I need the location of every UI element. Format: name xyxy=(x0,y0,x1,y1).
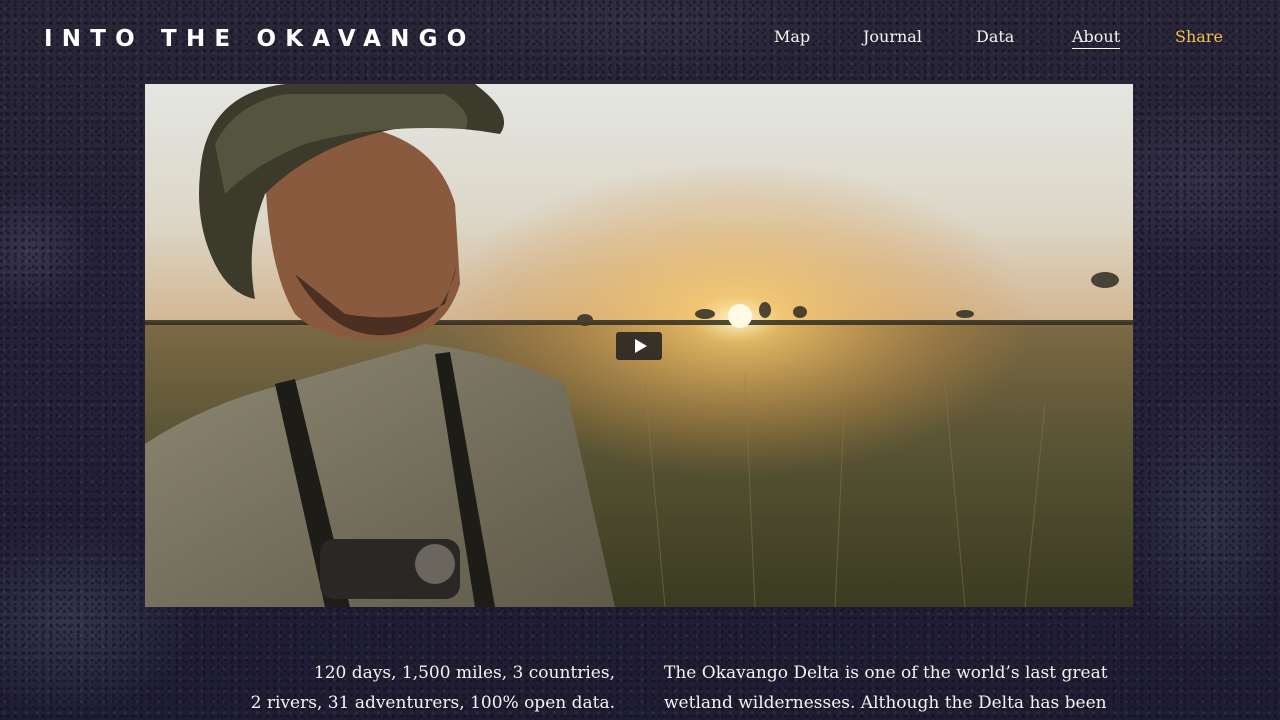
nav-data[interactable]: Data xyxy=(976,27,1014,48)
play-button[interactable] xyxy=(616,332,662,360)
play-icon xyxy=(634,339,647,353)
main-nav: Map Journal Data About Share xyxy=(0,27,1280,53)
stats-summary: 120 days, 1,500 miles, 3 countries, 2 ri… xyxy=(195,658,615,718)
nav-map[interactable]: Map xyxy=(774,27,810,48)
nav-journal[interactable]: Journal xyxy=(863,27,922,48)
description: The Okavango Delta is one of the world’s… xyxy=(664,658,1134,718)
nav-share[interactable]: Share xyxy=(1175,27,1223,48)
nav-about[interactable]: About xyxy=(1072,27,1121,49)
stats-line-1: 120 days, 1,500 miles, 3 countries, xyxy=(313,663,615,683)
description-line-1: The Okavango Delta is one of the world’s… xyxy=(664,663,1108,683)
description-line-2: wetland wildernesses. Although the Delta… xyxy=(664,693,1107,713)
stats-line-2: 2 rivers, 31 adventurers, 100% open data… xyxy=(250,693,615,713)
site-header: INTO THE OKAVANGO Map Journal Data About… xyxy=(0,0,1280,80)
video-player[interactable] xyxy=(145,84,1133,607)
